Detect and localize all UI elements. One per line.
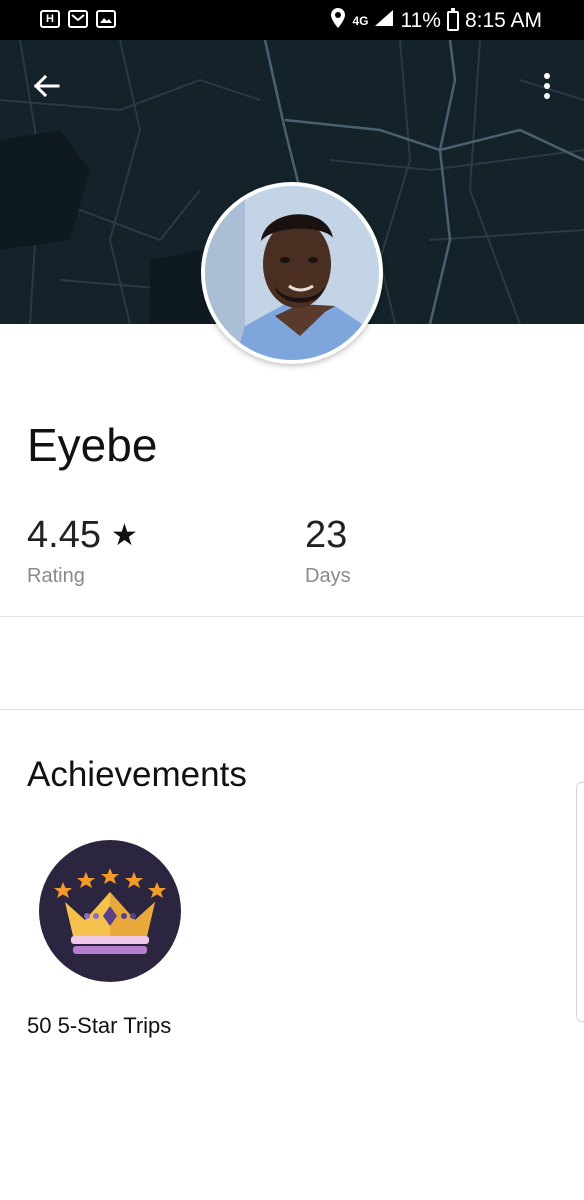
gmail-icon	[68, 10, 88, 28]
image-icon	[96, 10, 116, 28]
achievement-label: 50 5-Star Trips	[27, 1013, 172, 1038]
status-indicators: 4G 11% 8:15 AM	[330, 7, 542, 35]
days-label: Days	[305, 565, 351, 587]
location-icon	[330, 7, 346, 35]
avatar-photo	[205, 186, 379, 360]
rating-label: Rating	[27, 565, 85, 587]
status-bar: H 4G 11% 8:15 AM	[0, 0, 584, 40]
clock: 8:15 AM	[464, 9, 542, 32]
divider	[0, 616, 584, 617]
battery-icon	[446, 8, 459, 31]
battery-percent: 11%	[400, 9, 441, 32]
rating-value: 4.45 ★	[27, 514, 138, 557]
back-button[interactable]	[28, 68, 64, 104]
days-value: 23	[305, 514, 348, 556]
notification-icons: H	[40, 10, 116, 28]
more-vert-icon	[544, 73, 550, 99]
network-type: 4G	[352, 14, 369, 28]
achievement-badge[interactable]	[39, 840, 181, 982]
h-notification-icon: H	[40, 10, 60, 28]
arrow-left-icon	[33, 74, 60, 98]
scrollbar[interactable]	[576, 782, 584, 1022]
divider	[0, 709, 584, 710]
more-options-button[interactable]	[532, 68, 562, 104]
rating-number: 4.45	[27, 514, 101, 556]
signal-icon	[374, 9, 394, 33]
crown-icon	[54, 868, 166, 954]
profile-avatar	[201, 182, 383, 364]
achievements-title: Achievements	[27, 755, 247, 794]
profile-name: Eyebe	[27, 419, 158, 471]
star-icon: ★	[110, 519, 138, 552]
